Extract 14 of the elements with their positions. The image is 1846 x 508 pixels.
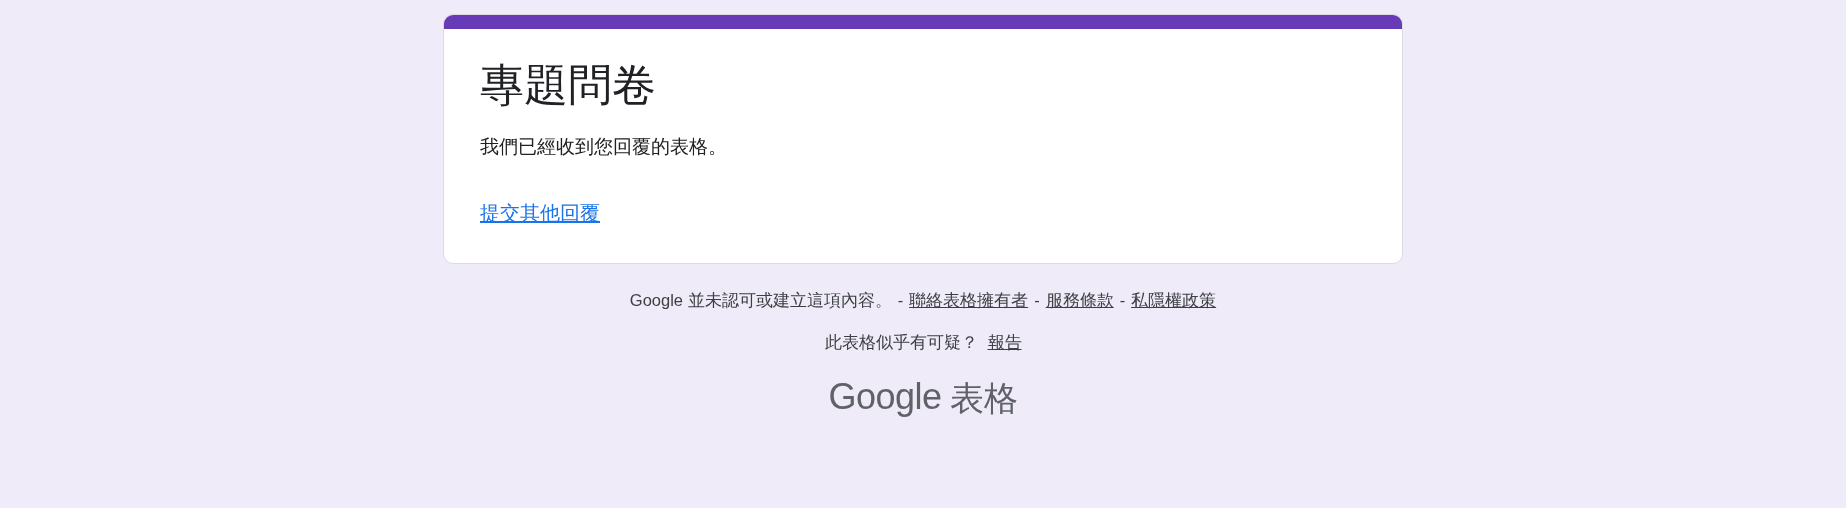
- brand-logo-text: Google: [828, 375, 942, 419]
- disclaimer-text: Google 並未認可或建立這項內容。: [629, 289, 892, 311]
- submit-another-link[interactable]: 提交其他回覆: [480, 199, 600, 227]
- separator-text: -: [1119, 290, 1126, 310]
- footer-link[interactable]: 私隱權政策: [1131, 289, 1217, 312]
- product-name: 表格: [949, 377, 1018, 419]
- form-title: 專題問卷: [480, 59, 656, 111]
- footer-link[interactable]: 聯絡表格擁有者: [909, 289, 1029, 312]
- footer-link[interactable]: 服務條款: [1045, 289, 1114, 312]
- suspicious-text: 此表格似乎有可疑？: [824, 331, 978, 353]
- report-link[interactable]: 報告: [987, 331, 1022, 354]
- separator-text: -: [1034, 290, 1040, 310]
- separator-text: -: [897, 290, 904, 310]
- confirmation-message: 我們已經收到您回覆的表格。: [480, 134, 727, 159]
